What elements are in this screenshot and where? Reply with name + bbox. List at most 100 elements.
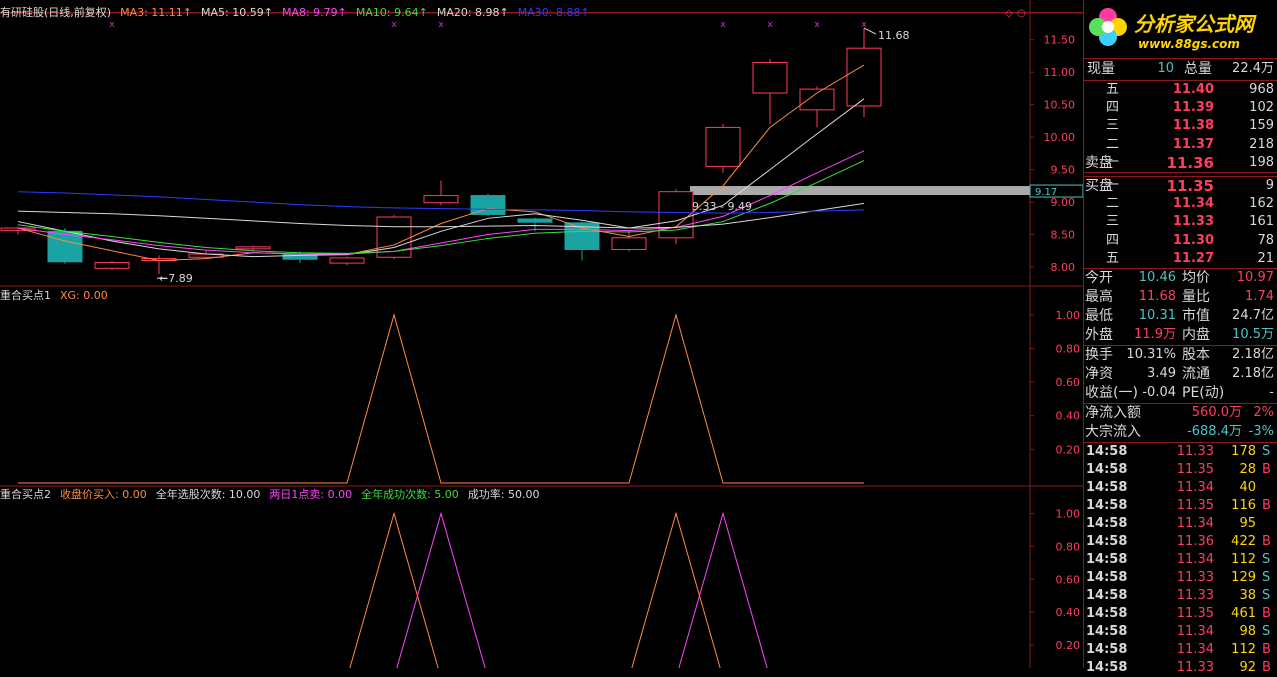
kline-chart-svg[interactable]: 11.5011.0010.5010.009.509.008.508.009.17… (0, 0, 1083, 668)
stat-label: 换手 (1085, 347, 1113, 363)
ask-volume: 198 (1249, 154, 1274, 170)
stat-value: 2.18亿 (1232, 366, 1274, 381)
stat-value: - (1269, 385, 1274, 400)
signal-marker: x (391, 20, 397, 30)
tick-side: S (1262, 624, 1271, 639)
tick-row: 14:58 11.33 92 B (1084, 659, 1277, 677)
stat-label: 流通 (1182, 366, 1210, 382)
tick-volume: 38 (1239, 588, 1256, 603)
tick-price: 11.36 (1176, 534, 1214, 549)
y-tick-label: 0.40 (1056, 410, 1081, 423)
tick-price: 11.33 (1176, 444, 1214, 459)
tick-volume: 28 (1239, 462, 1256, 477)
ask-level: 五 (1106, 82, 1120, 97)
tick-price: 11.35 (1176, 606, 1214, 621)
tick-time: 14:58 (1086, 462, 1128, 477)
tick-time: 14:58 (1086, 480, 1128, 495)
ask-level: 二 (1106, 136, 1120, 152)
stat-label: 外盘 (1085, 327, 1113, 343)
tick-row: 14:58 11.35 461 B (1084, 605, 1277, 623)
ask-row: 二 11.37 218 (1084, 136, 1277, 154)
tick-side: B (1262, 642, 1271, 657)
bid-row: 买盘一 11.35 9 (1084, 177, 1277, 195)
stat-value: 10.31 (1138, 308, 1176, 323)
tick-row: 14:58 11.35 28 B (1084, 461, 1277, 479)
bid-row: 二 11.34 162 (1084, 195, 1277, 213)
main-header-item: MA3: 11.11↑ (120, 6, 193, 19)
tick-volume: 129 (1231, 570, 1256, 585)
tick-row: 14:58 11.33 38 S (1084, 587, 1277, 605)
main-header: 有研硅股(日线,前复权) MA3: 11.11↑ MA5: 10.59↑ MA8: 9… (0, 6, 599, 20)
tick-price: 11.34 (1176, 552, 1214, 567)
signal-marker: x (438, 20, 444, 30)
candle-body (799, 88, 835, 111)
y-tick-label: 0.20 (1056, 443, 1081, 456)
tick-side: B (1262, 498, 1271, 513)
flow-label: 净流入额 (1085, 405, 1141, 421)
logo-title: 分析家公式网 (1134, 12, 1254, 36)
bid-volume: 21 (1257, 250, 1274, 266)
value: 22.4万 (1232, 61, 1274, 76)
tick-price: 11.33 (1176, 660, 1214, 675)
stat-row: 换手 10.31% 股本 2.18亿 (1084, 346, 1277, 364)
tick-row: 14:58 11.35 116 B (1084, 497, 1277, 515)
tick-volume: 116 (1231, 498, 1256, 513)
diamond-icon: ◇ (1005, 8, 1013, 19)
candle-body (846, 47, 882, 107)
bid-volume: 78 (1257, 232, 1274, 248)
stat-label: 今开 (1085, 270, 1113, 286)
chart-area[interactable]: 11.50 11.00 10.50 10.00 9.50 9.00 8.50 8.00 9.17… (0, 0, 1083, 668)
ask-price: 11.38 (1172, 118, 1214, 134)
label: 现量 (1087, 61, 1115, 77)
main-header-item: MA5: 10.59↑ (201, 6, 273, 19)
stat-label: 均价 (1182, 270, 1210, 286)
indicator2-header-item: 重合买点2 (0, 488, 51, 501)
tick-price: 11.34 (1176, 642, 1214, 657)
tick-time: 14:58 (1086, 588, 1128, 603)
y-tick-label: 9.50 (1051, 164, 1076, 177)
tick-price: 11.35 (1176, 498, 1214, 513)
ask-row: 五 11.40 968 (1084, 81, 1277, 99)
tick-time: 14:58 (1086, 642, 1128, 657)
stat-label: 最高 (1085, 289, 1113, 305)
stat-value: 11.68 (1138, 289, 1176, 304)
bid-price: 11.34 (1172, 196, 1214, 212)
candle-body (94, 261, 130, 269)
candle-body (470, 195, 506, 215)
stat-row: 最低 10.31 市值 24.7亿 (1084, 307, 1277, 325)
signal-marker: x (720, 20, 726, 30)
stat-value: 11.9万 (1134, 327, 1176, 342)
y-tick-label: 0.80 (1056, 540, 1081, 553)
tick-row: 14:58 11.34 98 S (1084, 623, 1277, 641)
stat-value: 3.49 (1147, 366, 1176, 381)
ask-price: 11.40 (1172, 82, 1214, 97)
ask-volume: 102 (1249, 100, 1274, 116)
ask-volume: 968 (1249, 82, 1274, 97)
signal-marker: x (109, 20, 115, 30)
bid-level: 二 (1106, 196, 1120, 212)
stat-row: 收益(一) -0.04 PE(动) - (1084, 384, 1277, 402)
candle-body (517, 218, 553, 223)
high-annotation: 11.68 (878, 29, 910, 42)
ma-line-ma5 (17, 98, 865, 258)
volume-row: 现量 10 总量 22.4万 (1084, 60, 1277, 78)
main-header-item: 有研硅股(日线,前复权) (0, 6, 112, 19)
panel-separator (1084, 172, 1277, 173)
tick-time: 14:58 (1086, 498, 1128, 513)
indicator2-header-item: 收盘价买入: 0.00 (60, 488, 147, 501)
tick-time: 14:58 (1086, 552, 1128, 567)
y-tick-label: 10.00 (1044, 131, 1076, 144)
main-header-item: MA8: 9.79↑ (281, 6, 347, 19)
tick-row: 14:58 11.33 178 S (1084, 443, 1277, 461)
y-tick-label: 8.00 (1051, 261, 1076, 274)
stat-value: 10.46 (1138, 270, 1176, 285)
ask-level: 三 (1106, 118, 1120, 134)
bid-row: 五 11.27 21 (1084, 250, 1277, 268)
ask-price: 11.37 (1172, 136, 1214, 152)
tick-price: 11.33 (1176, 570, 1214, 585)
tick-price: 11.33 (1176, 588, 1214, 603)
panel-separator (1084, 58, 1277, 59)
y-tick-label: 0.60 (1056, 573, 1081, 586)
stat-value: 2.18亿 (1232, 347, 1274, 362)
tick-time: 14:58 (1086, 534, 1128, 549)
